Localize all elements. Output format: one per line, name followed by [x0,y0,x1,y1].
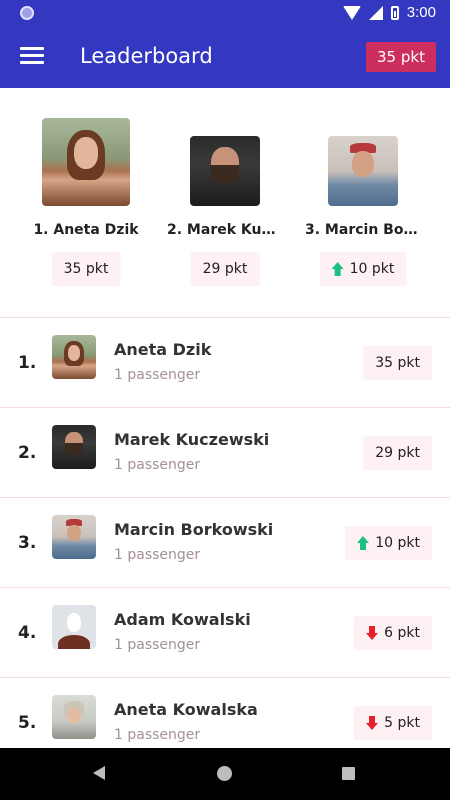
list-item[interactable]: 1. Aneta Dzik 1 passenger 35 pkt [0,318,450,408]
points-label: 35 pkt [375,355,420,371]
status-bar: 3:00 [0,0,450,26]
podium-points: 35 pkt [51,252,121,286]
podium-name: 2. Marek Kuczewski [167,222,285,238]
menu-icon[interactable] [20,47,44,65]
rank: 4. [18,623,37,643]
podium-third[interactable]: 3. Marcin Borkowski 10 pkt [303,88,423,286]
podium-points: 10 pkt [319,252,407,286]
points-badge: 35 pkt [363,346,432,380]
points-label: 10 pkt [349,261,395,277]
avatar [52,425,96,469]
points-badge: 29 pkt [363,436,432,470]
points-label: 35 pkt [63,261,109,277]
points-label: 29 pkt [202,261,248,277]
avatar-placeholder [52,605,96,649]
rank: 2. [18,443,37,463]
signal-icon [368,5,383,20]
status-icons: 3:00 [342,4,436,21]
user-name: Aneta Kowalska [114,700,258,719]
battery-icon [390,5,399,20]
rank: 3. [18,533,37,553]
avatar [52,695,96,739]
points-badge: 5 pkt [354,706,432,740]
page-title: Leaderboard [80,44,213,68]
podium: 1. Aneta Dzik 35 pkt 2. Marek Kuczewski … [0,88,450,318]
podium-first[interactable]: 1. Aneta Dzik 35 pkt [26,88,146,286]
points-badge: 10 pkt [345,526,432,560]
passenger-count: 1 passenger [114,727,201,743]
back-icon[interactable] [93,766,105,780]
user-name: Aneta Dzik [114,340,212,359]
user-name: Adam Kowalski [114,610,251,629]
home-icon[interactable] [217,766,232,781]
avatar [52,335,96,379]
avatar [328,136,398,206]
list-item[interactable]: 4. Adam Kowalski 1 passenger 6 pkt [0,588,450,678]
list-item[interactable]: 3. Marcin Borkowski 1 passenger 10 pkt [0,498,450,588]
avatar [190,136,260,206]
notification-dot-icon [20,6,34,20]
avatar [42,118,130,206]
passenger-count: 1 passenger [114,547,201,563]
passenger-count: 1 passenger [114,637,201,653]
trend-down-icon [366,716,379,730]
podium-name: 3. Marcin Borkowski [305,222,423,238]
trend-up-icon [357,536,370,550]
recent-apps-icon[interactable] [342,767,355,780]
list-item[interactable]: 2. Marek Kuczewski 1 passenger 29 pkt [0,408,450,498]
points-label: 10 pkt [375,535,420,551]
trend-up-icon [331,262,344,276]
points-badge: 6 pkt [354,616,432,650]
passenger-count: 1 passenger [114,367,201,383]
rank: 5. [18,713,37,733]
app-bar: Leaderboard 35 pkt [0,26,450,88]
podium-second[interactable]: 2. Marek Kuczewski 29 pkt [165,88,285,286]
avatar [52,515,96,559]
passenger-count: 1 passenger [114,457,201,473]
trend-down-icon [366,626,379,640]
points-label: 29 pkt [375,445,420,461]
rank: 1. [18,353,37,373]
status-time: 3:00 [406,4,436,21]
points-label: 5 pkt [384,715,420,731]
podium-points: 29 pkt [190,252,260,286]
user-name: Marcin Borkowski [114,520,274,539]
points-label: 6 pkt [384,625,420,641]
user-name: Marek Kuczewski [114,430,270,449]
system-nav-bar [0,748,450,800]
podium-name: 1. Aneta Dzik [33,222,139,238]
user-points-badge[interactable]: 35 pkt [366,42,436,72]
wifi-icon [342,5,361,20]
